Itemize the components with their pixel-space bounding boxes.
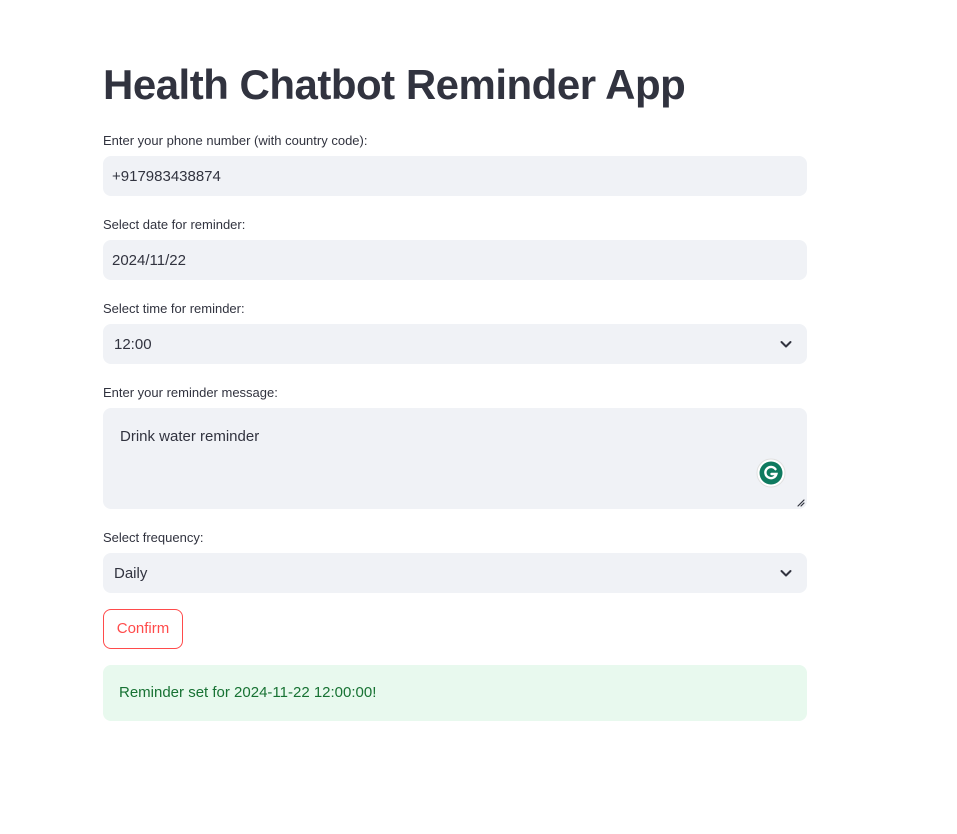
chevron-down-icon <box>780 570 792 577</box>
success-alert: Reminder set for 2024-11-22 12:00:00! <box>103 665 807 721</box>
date-label: Select date for reminder: <box>103 217 246 232</box>
time-select-value: 12:00 <box>114 336 152 353</box>
message-textarea[interactable]: Drink water reminder <box>103 408 807 509</box>
chevron-down-icon <box>780 341 792 348</box>
time-label: Select time for reminder: <box>103 301 245 316</box>
time-select[interactable]: 12:00 <box>103 324 807 364</box>
frequency-select-value: Daily <box>114 565 148 582</box>
frequency-label: Select frequency: <box>103 530 204 545</box>
message-label: Enter your reminder message: <box>103 385 278 400</box>
confirm-button[interactable]: Confirm <box>103 609 183 649</box>
frequency-select[interactable]: Daily <box>103 553 807 593</box>
message-textarea-value: Drink water reminder <box>120 428 260 445</box>
phone-label: Enter your phone number (with country co… <box>103 133 368 148</box>
date-input-value: 2024/11/22 <box>112 252 186 269</box>
page-title: Health Chatbot Reminder App <box>103 61 686 108</box>
success-alert-text: Reminder set for 2024-11-22 12:00:00! <box>119 684 377 701</box>
phone-input-value: +917983438874 <box>112 168 221 185</box>
date-input[interactable]: 2024/11/22 <box>103 240 807 280</box>
phone-input[interactable]: +917983438874 <box>103 156 807 196</box>
grammarly-icon[interactable] <box>756 458 786 488</box>
resize-handle-icon[interactable] <box>795 497 805 507</box>
